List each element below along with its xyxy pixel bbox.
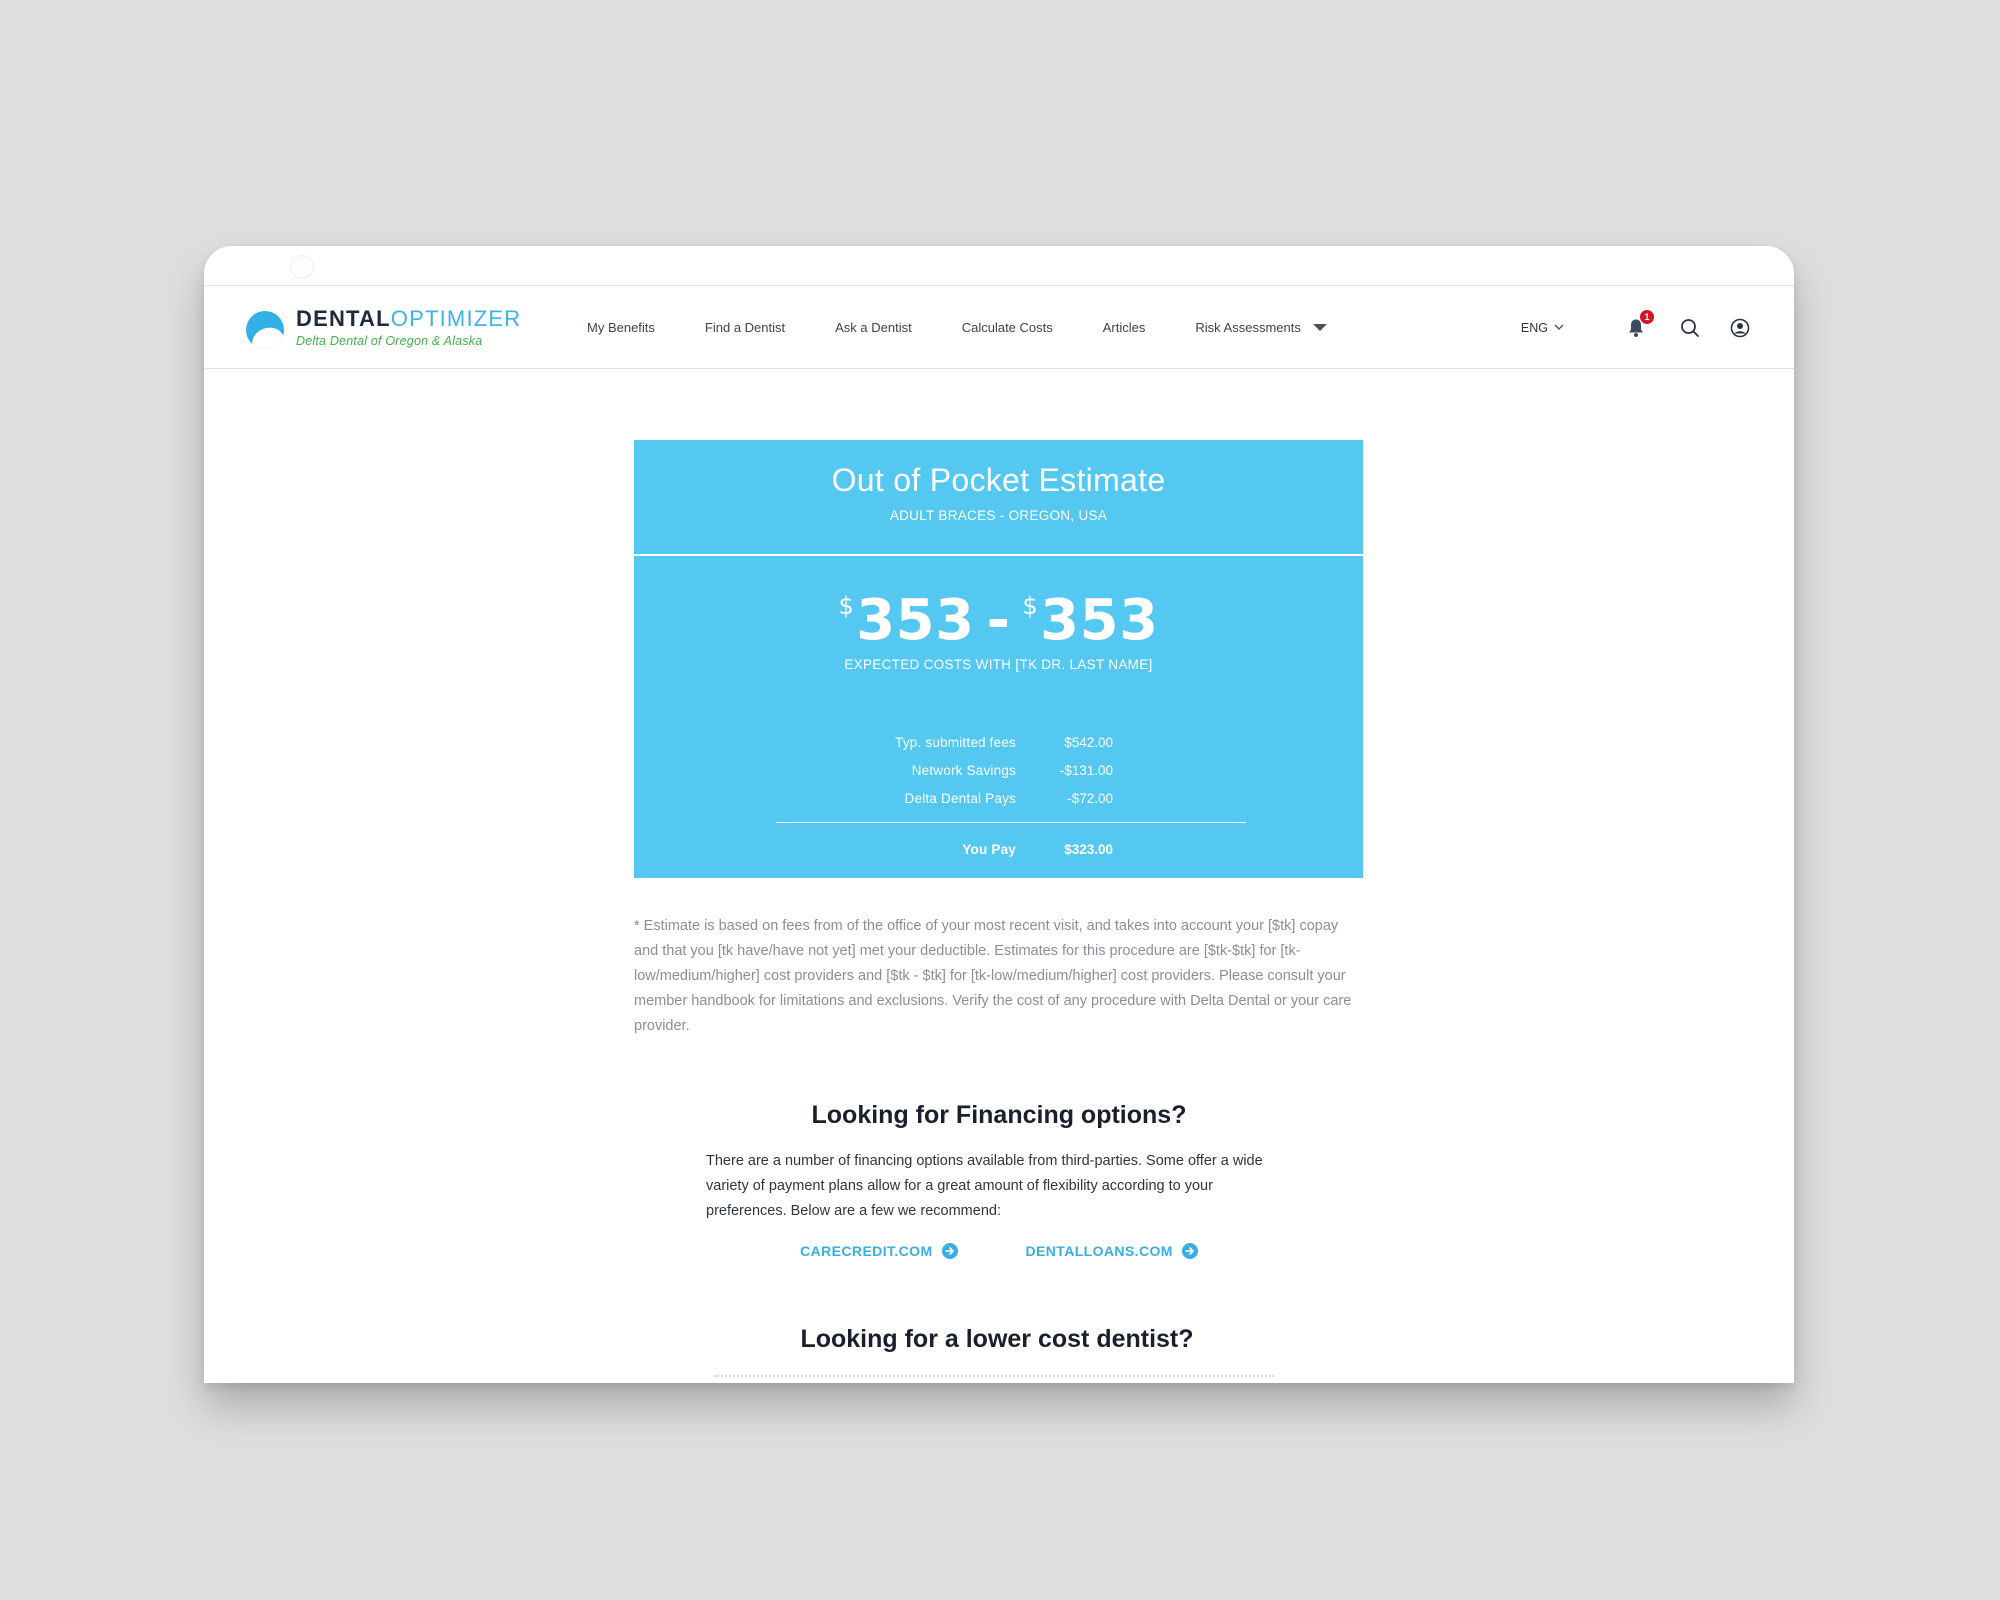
brand-name-part1: DENTAL (296, 306, 391, 331)
top-navbar: DENTALOPTIMIZER Delta Dental of Oregon &… (204, 286, 1794, 369)
financing-heading: Looking for Financing options? (811, 1101, 1187, 1129)
breakdown-divider (776, 822, 1246, 823)
arrow-right-circle-icon (941, 1243, 958, 1259)
breakdown-total-row: You Pay $323.00 (776, 835, 1246, 863)
financing-links: CARECREDIT.COM DENTALLOANS.COM (204, 1243, 1794, 1259)
account-icon (1730, 318, 1750, 337)
dentalloans-link-label: DENTALLOANS.COM (1025, 1243, 1173, 1259)
estimate-card-header: Out of Pocket Estimate ADULT BRACES - OR… (634, 440, 1363, 556)
window-control-dot[interactable] (290, 255, 314, 279)
main-nav: My Benefits Find a Dentist Ask a Dentist… (587, 286, 1327, 369)
brand-name-part2: OPTIMIZER (390, 306, 522, 331)
nav-articles[interactable]: Articles (1103, 320, 1146, 335)
arrow-right-circle-icon (1181, 1243, 1198, 1259)
lower-cost-heading: Looking for a lower cost dentist? (800, 1325, 1194, 1353)
brand-logo[interactable]: DENTALOPTIMIZER Delta Dental of Oregon &… (246, 308, 521, 349)
cost-breakdown: Typ. submitted fees $542.00 Network Savi… (776, 728, 1246, 863)
breakdown-label: Typ. submitted fees (895, 734, 1016, 750)
estimate-subtitle: ADULT BRACES - OREGON, USA (889, 508, 1108, 523)
nav-utilities: ENG 1 (1521, 286, 1752, 369)
estimate-title: Out of Pocket Estimate (831, 462, 1166, 498)
breakdown-row: Delta Dental Pays -$72.00 (776, 784, 1246, 812)
range-dash: - (986, 588, 1011, 653)
browser-window: DENTALOPTIMIZER Delta Dental of Oregon &… (204, 246, 1794, 1383)
total-value: $323.00 (1064, 841, 1113, 857)
currency-symbol-low: $ (838, 592, 855, 620)
estimate-card: Out of Pocket Estimate ADULT BRACES - OR… (634, 440, 1363, 878)
cost-high: 353 (1040, 588, 1159, 653)
estimate-disclaimer: * Estimate is based on fees from of the … (634, 918, 1352, 1034)
nav-calculate-costs[interactable]: Calculate Costs (962, 320, 1053, 335)
search-icon (1681, 318, 1699, 337)
logo-icon (246, 311, 284, 349)
language-selector[interactable]: ENG (1521, 321, 1564, 335)
account-button[interactable] (1728, 316, 1752, 340)
carecredit-link-label: CARECREDIT.COM (800, 1243, 933, 1259)
currency-symbol-high: $ (1022, 592, 1039, 620)
financing-description: There are a number of financing options … (706, 1153, 1263, 1219)
breakdown-value: -$131.00 (1059, 762, 1113, 778)
breakdown-label: Network Savings (911, 762, 1016, 778)
nav-risk-assessments-label: Risk Assessments (1195, 320, 1301, 335)
total-label: You Pay (962, 841, 1016, 857)
breakdown-row: Typ. submitted fees $542.00 (776, 728, 1246, 756)
cost-low: 353 (856, 588, 975, 653)
carecredit-link[interactable]: CARECREDIT.COM (800, 1243, 958, 1259)
browser-chrome (204, 246, 1794, 286)
breakdown-row: Network Savings -$131.00 (776, 756, 1246, 784)
breakdown-value: $542.00 (1064, 734, 1113, 750)
nav-find-a-dentist[interactable]: Find a Dentist (705, 320, 785, 335)
brand-name: DENTALOPTIMIZER (296, 308, 521, 330)
nav-my-benefits[interactable]: My Benefits (587, 320, 655, 335)
caret-down-icon (1312, 324, 1327, 331)
nav-risk-assessments-dropdown[interactable]: Risk Assessments (1195, 320, 1327, 335)
breakdown-value: -$72.00 (1067, 790, 1113, 806)
language-label: ENG (1520, 320, 1548, 335)
notification-badge: 1 (1640, 309, 1654, 324)
expected-costs-label: EXPECTED COSTS WITH [TK DR. LAST NAME] (844, 657, 1153, 672)
search-button[interactable] (1678, 316, 1702, 340)
cost-range: $353- $353 (634, 588, 1363, 653)
breakdown-label: Delta Dental Pays (904, 790, 1016, 806)
dentalloans-link[interactable]: DENTALLOANS.COM (1026, 1243, 1198, 1259)
nav-ask-a-dentist[interactable]: Ask a Dentist (835, 320, 912, 335)
estimate-card-body: $353- $353 EXPECTED COSTS WITH [TK DR. LA… (634, 556, 1363, 878)
brand-tagline: Delta Dental of Oregon & Alaska (296, 334, 483, 348)
chevron-down-icon (1554, 324, 1564, 330)
cut-off-text (714, 1375, 1274, 1379)
notifications-button[interactable]: 1 (1624, 309, 1654, 340)
